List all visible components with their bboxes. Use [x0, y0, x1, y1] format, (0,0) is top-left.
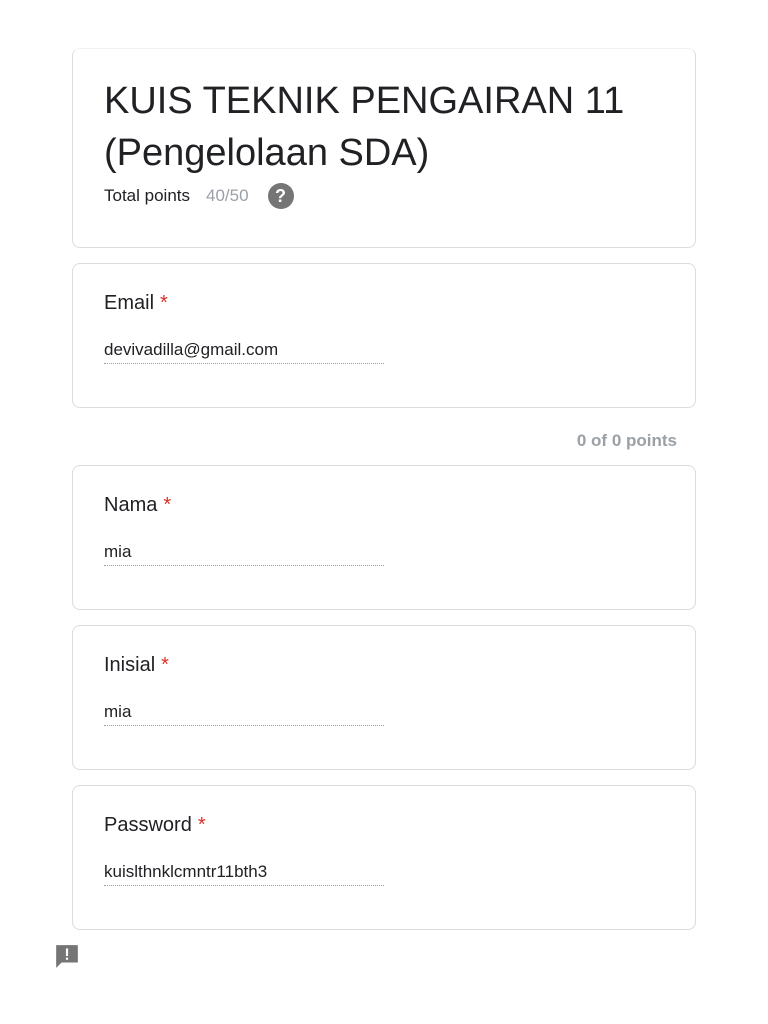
- help-icon[interactable]: ?: [267, 183, 294, 209]
- question-label-text: Nama: [104, 494, 158, 516]
- form-title: KUIS TEKNIK PENGAIRAN 11 (Pengelolaan SD…: [104, 80, 625, 174]
- question-label: Password *: [104, 814, 206, 837]
- required-asterisk: *: [197, 814, 206, 836]
- total-points-label: Total points: [104, 186, 190, 205]
- report-problem-icon[interactable]: [54, 943, 80, 969]
- question-card-email: Email * devivadilla@gmail.com: [72, 263, 696, 408]
- question-label: Nama *: [104, 494, 171, 517]
- inisial-answer: mia: [104, 702, 384, 726]
- question-card-nama: Nama * mia: [72, 465, 696, 610]
- question-card-inisial: Inisial * mia: [72, 625, 696, 770]
- total-points-value: 40/50: [206, 186, 249, 205]
- total-points-row: Total points 40/50 ?: [104, 182, 294, 210]
- email-answer: devivadilla@gmail.com: [104, 340, 384, 364]
- question-card-password: Password * kuislthnklcmntr11bth3: [72, 785, 696, 930]
- required-asterisk: *: [163, 494, 172, 516]
- question-label-text: Inisial: [104, 654, 156, 676]
- password-answer: kuislthnklcmntr11bth3: [104, 862, 384, 886]
- required-asterisk: *: [160, 292, 168, 314]
- question-label: Inisial *: [104, 654, 169, 677]
- question-label-text: Password: [104, 814, 192, 836]
- form-page: KUIS TEKNIK PENGAIRAN 11 (Pengelolaan SD…: [0, 0, 768, 1024]
- question-label-text: Email: [104, 292, 155, 314]
- section-points: 0 of 0 points: [576, 431, 677, 450]
- form-header-card: KUIS TEKNIK PENGAIRAN 11 (Pengelolaan SD…: [72, 48, 696, 248]
- required-asterisk: *: [161, 654, 169, 676]
- nama-answer: mia: [104, 542, 384, 566]
- question-label: Email *: [104, 292, 168, 315]
